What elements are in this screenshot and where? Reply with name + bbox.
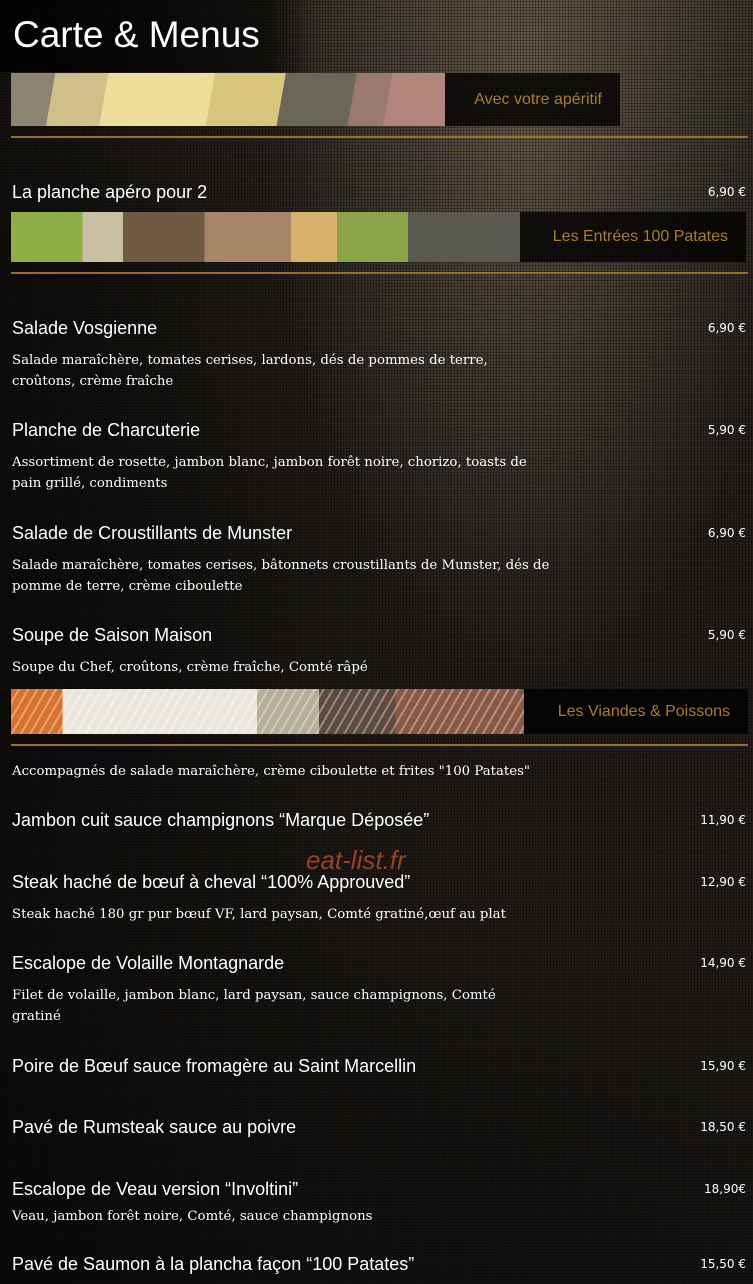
section-banner-viandes: Les Viandes & Poissons (11, 689, 748, 734)
menu-item-name: Salade Vosgienne (12, 318, 158, 338)
menu-item-name: Escalope de Volaille Montagnarde (12, 953, 285, 973)
section-label-aperitif: Avec votre apéritif (445, 73, 620, 126)
menu-item-description: Steak haché 180 gr pur bœuf VF, lard pay… (12, 907, 506, 922)
salad-photo (11, 212, 520, 262)
menu-item-price: 6,90 € (707, 526, 746, 540)
menu-item-price: 18,50 € (700, 1120, 746, 1134)
menu-item-description: Salade maraîchère, tomates cerises, lard… (12, 353, 488, 389)
menu-item-name: Escalope de Veau version “Involtini” (12, 1179, 299, 1199)
menu-item-name: La planche apéro pour 2 (12, 182, 208, 202)
menu-item-description: Veau, jambon forêt noire, Comté, sauce c… (12, 1209, 373, 1224)
menu-item-name: Soupe de Saison Maison (12, 625, 213, 645)
menu-item-price: 11,90 € (700, 813, 746, 827)
menu-item-price: 5,90 € (707, 423, 746, 437)
section-banner-aperitif: Avec votre apéritif (11, 73, 620, 126)
divider (11, 272, 748, 274)
menu-item-description: Assortiment de rosette, jambon blanc, ja… (12, 455, 527, 491)
page-title: Carte & Menus (0, 0, 313, 72)
menu-item-price: 15,90 € (700, 1059, 746, 1073)
menu-item-description: Filet de volaille, jambon blanc, lard pa… (12, 988, 496, 1024)
divider (11, 136, 748, 138)
section-label-entrees: Les Entrées 100 Patates (520, 212, 746, 262)
menu-item-description: Soupe du Chef, croûtons, crème fraîche, … (12, 660, 368, 675)
meat-photo (11, 689, 524, 734)
section-label-viandes: Les Viandes & Poissons (524, 689, 748, 734)
menu-item-price: 15,50 € (700, 1257, 746, 1271)
menu-item-price: 6,90 € (707, 185, 746, 199)
menu-item-name: Planche de Charcuterie (12, 420, 201, 440)
menu-item-name: Pavé de Rumsteak sauce au poivre (12, 1117, 297, 1137)
menu-item-name: Pavé de Saumon à la plancha façon “100 P… (12, 1254, 415, 1274)
section-intro: Accompagnés de salade maraîchère, crème … (12, 764, 531, 779)
section-banner-entrees: Les Entrées 100 Patates (11, 212, 746, 262)
menu-item-description: Salade maraîchère, tomates cerises, bâto… (12, 558, 550, 594)
divider (11, 744, 748, 746)
menu-item-name: Poire de Bœuf sauce fromagère au Saint M… (12, 1056, 417, 1076)
menu-item-price: 18,90€ (704, 1182, 746, 1196)
menu-item-name: Steak haché de bœuf à cheval “100% Appro… (12, 872, 411, 892)
menu-item-price: 5,90 € (707, 628, 746, 642)
menu-item-name: Salade de Croustillants de Munster (12, 523, 293, 543)
menu-item-name: Jambon cuit sauce champignons “Marque Dé… (12, 810, 430, 830)
menu-item-price: 6,90 € (707, 321, 746, 335)
cheese-photo (11, 73, 445, 126)
menu-item-price: 12,90 € (700, 875, 746, 889)
menu-item-price: 14,90 € (700, 956, 746, 970)
